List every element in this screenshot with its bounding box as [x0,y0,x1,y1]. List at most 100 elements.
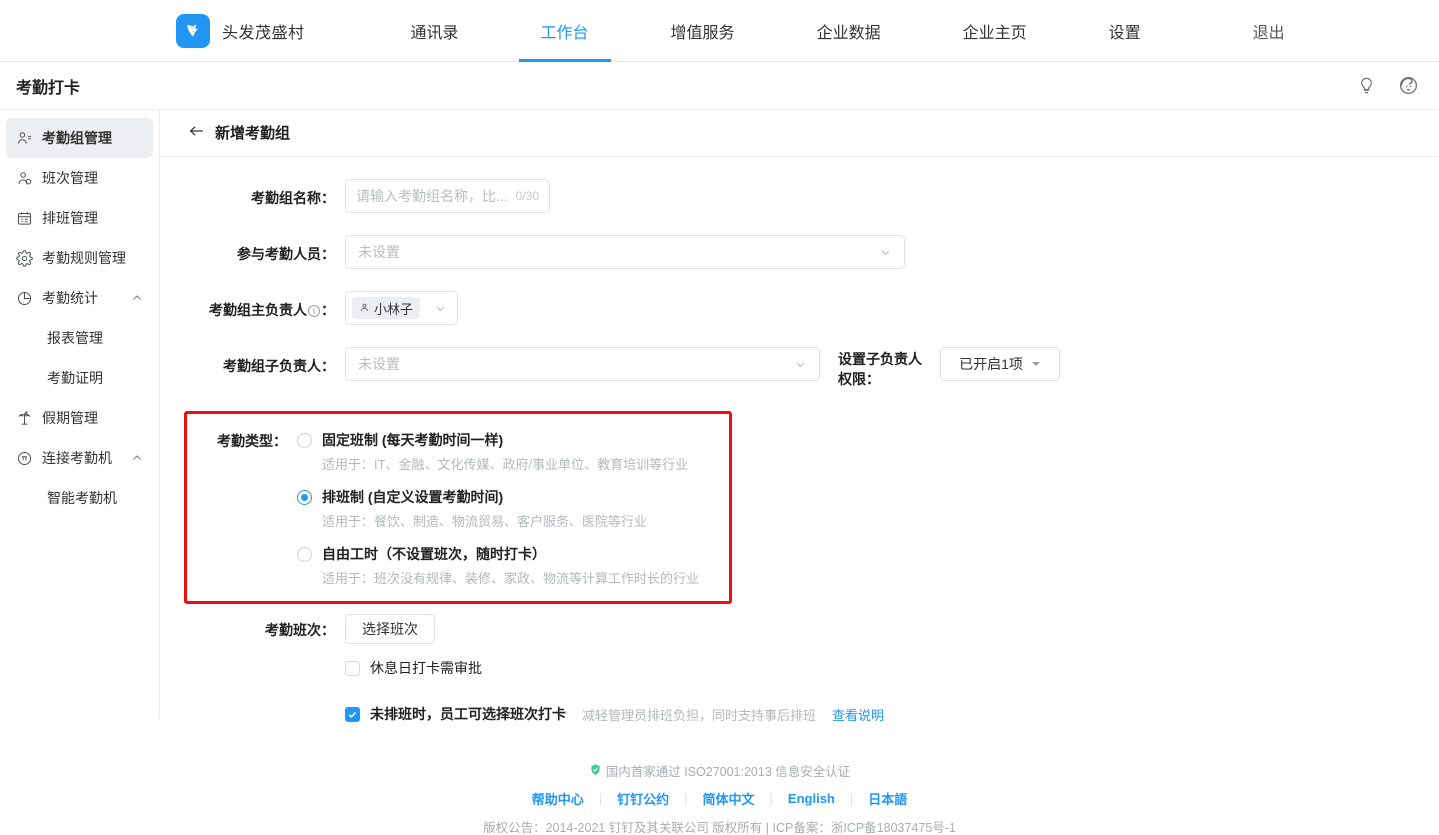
schedule-calendar-icon [16,210,33,227]
person-icon [359,301,370,316]
lightbulb-icon[interactable] [1357,76,1376,95]
footer-link-help-center[interactable]: 帮助中心 [517,789,599,808]
attendance-type-option-flexible[interactable]: 自由工时（不设置班次，随时打卡） 适用于：班次没有规律、装修、家政、物流等计算工… [297,544,699,587]
attendance-type-options: 固定班制 (每天考勤时间一样) 适用于：IT、金融、文化传媒、政府/事业单位、教… [297,430,699,587]
pie-chart-icon [16,290,33,307]
page-title: 考勤打卡 [16,74,80,98]
sidebar-item-label: 班次管理 [42,168,98,188]
gear-icon [16,250,33,267]
sidebar-item-label: 考勤证明 [47,368,103,388]
group-name-control: 请输入考勤组名称，比... 0/30 [345,179,550,213]
option-main[interactable]: 排班制 (自定义设置考勤时间) [297,487,699,507]
chevron-down-icon [794,358,807,371]
shift-control: 选择班次 [345,614,435,644]
page-title-bar: 考勤打卡 [0,62,1439,110]
caret-down-icon [1031,356,1041,372]
radio-fixed[interactable] [297,433,312,448]
sub-owner-select[interactable]: 未设置 [345,347,820,381]
attendance-type-option-shift[interactable]: 排班制 (自定义设置考勤时间) 适用于：餐饮、制造、物流贸易、客户服务、医院等行… [297,487,699,530]
footer-link-convention[interactable]: 钉钉公约 [602,789,684,808]
self-select-shift-checkbox[interactable] [345,707,360,722]
arrow-left-icon[interactable] [188,124,205,141]
sidebar-item-shift-management[interactable]: 班次管理 [6,158,153,198]
main-owner-select[interactable]: 小林子 [345,291,458,325]
radio-shift[interactable] [297,490,312,505]
form-row-attendance-type: 考勤类型： 固定班制 (每天考勤时间一样) 适用于：IT、金融、文化传媒、政府/… [187,430,729,587]
select-shift-button[interactable]: 选择班次 [345,614,435,644]
sidebar-item-label: 连接考勤机 [42,448,112,468]
sidebar: 考勤组管理 班次管理 [0,110,160,719]
nav-tab-settings[interactable]: 设置 [1087,0,1163,62]
breadcrumb: 新增考勤组 [160,114,1439,150]
sidebar-item-smart-device[interactable]: 智能考勤机 [0,478,159,518]
footer-link-english[interactable]: English [773,791,850,806]
option-title: 自由工时（不设置班次，随时打卡） [322,544,546,564]
group-name-input[interactable]: 请输入考勤组名称，比... 0/30 [345,179,550,213]
dingtalk-logo-icon [176,14,210,48]
palm-tree-icon [16,410,33,427]
group-name-label: 考勤组名称： [160,179,335,208]
sidebar-item-attendance-group[interactable]: 考勤组管理 [6,118,153,158]
sidebar-item-connect-device[interactable]: 连接考勤机 [6,438,153,478]
main-owner-label-colon: ： [321,302,335,318]
top-navigation-bar: 头发茂盛村 通讯录 工作台 增值服务 企业数据 企业主页 设置 退出 [0,0,1439,62]
body: 考勤组管理 班次管理 [0,110,1439,835]
brand[interactable]: 头发茂盛村 [176,14,305,48]
nav-tab-enterprise-data[interactable]: 企业数据 [795,0,903,62]
members-value: 未设置 [358,242,400,262]
shift-icon [16,170,33,187]
footer-iso: 国内首家通过 ISO27001:2013 信息安全认证 [0,761,1439,780]
radio-flexible[interactable] [297,547,312,562]
footer-copyright: 版权公告：2014-2021 钉钉及其关联公司 版权所有 | ICP备案：浙IC… [0,817,1439,835]
device-circle-icon [16,450,33,467]
chevron-up-icon[interactable] [131,452,143,464]
footer-link-japanese[interactable]: 日本語 [853,789,922,808]
main-owner-control: 小林子 [345,291,458,325]
shield-check-icon [589,763,602,779]
footer-link-simplified-chinese[interactable]: 简体中文 [688,789,770,808]
group-name-placeholder: 请输入考勤组名称，比... [356,186,512,206]
nav-tab-contacts[interactable]: 通讯录 [389,0,481,62]
sub-owner-control: 未设置 [345,347,820,381]
main-owner-chip[interactable]: 小林子 [352,297,420,319]
restday-approval-checkbox[interactable] [345,661,360,676]
brand-name: 头发茂盛村 [222,19,305,43]
sidebar-item-attendance-certificate[interactable]: 考勤证明 [0,358,159,398]
app-root: 头发茂盛村 通讯录 工作台 增值服务 企业数据 企业主页 设置 退出 考勤打卡 [0,0,1439,835]
option-title: 固定班制 (每天考勤时间一样) [322,430,503,450]
sidebar-item-leave-management[interactable]: 假期管理 [6,398,153,438]
group-name-counter: 0/30 [516,189,539,203]
sidebar-item-scheduling[interactable]: 排班管理 [6,198,153,238]
option-description: 适用于：餐饮、制造、物流贸易、客户服务、医院等行业 [322,511,699,530]
chevron-up-icon[interactable] [131,292,143,304]
headset-service-icon[interactable] [1398,75,1419,96]
attendance-type-highlight-box: 考勤类型： 固定班制 (每天考勤时间一样) 适用于：IT、金融、文化传媒、政府/… [184,411,732,604]
attendance-type-option-fixed[interactable]: 固定班制 (每天考勤时间一样) 适用于：IT、金融、文化传媒、政府/事业单位、教… [297,430,699,473]
nav-tab-workbench[interactable]: 工作台 [519,0,611,62]
self-select-shift-hint: 减轻管理员排班负担，同时支持事后排班 [582,705,816,724]
chevron-down-icon [879,246,892,259]
option-main[interactable]: 固定班制 (每天考勤时间一样) [297,430,699,450]
logout-button[interactable]: 退出 [1231,0,1307,62]
restday-approval-label: 休息日打卡需审批 [370,658,482,678]
form-row-self-select-shift: 未排班时，员工可选择班次打卡 减轻管理员排班负担，同时支持事后排班 查看说明 [345,704,1439,724]
sidebar-item-report-management[interactable]: 报表管理 [0,318,159,358]
option-main[interactable]: 自由工时（不设置班次，随时打卡） [297,544,699,564]
footer: 国内首家通过 ISO27001:2013 信息安全认证 帮助中心 | 钉钉公约 … [0,749,1439,835]
sidebar-item-attendance-rules[interactable]: 考勤规则管理 [6,238,153,278]
view-instructions-link[interactable]: 查看说明 [832,705,884,724]
form-row-group-name: 考勤组名称： 请输入考勤组名称，比... 0/30 [160,179,1439,213]
info-circle-icon[interactable]: i [308,305,320,317]
option-description: 适用于：班次没有规律、装修、家政、物流等计算工作时长的行业 [322,568,699,587]
nav-tab-value-added[interactable]: 增值服务 [649,0,757,62]
form-row-main-owner: 考勤组主负责人i： 小林子 [160,291,1439,325]
main-owner-label: 考勤组主负责人i： [160,291,335,320]
members-select[interactable]: 未设置 [345,235,905,269]
members-label: 参与考勤人员： [160,235,335,264]
sub-owner-permission-dropdown[interactable]: 已开启1项 [940,347,1060,381]
nav-tab-enterprise-home[interactable]: 企业主页 [941,0,1049,62]
sidebar-item-label: 考勤组管理 [42,128,112,148]
sidebar-item-attendance-statistics[interactable]: 考勤统计 [6,278,153,318]
main-owner-chip-label: 小林子 [374,299,413,318]
option-title: 排班制 (自定义设置考勤时间) [322,487,503,507]
